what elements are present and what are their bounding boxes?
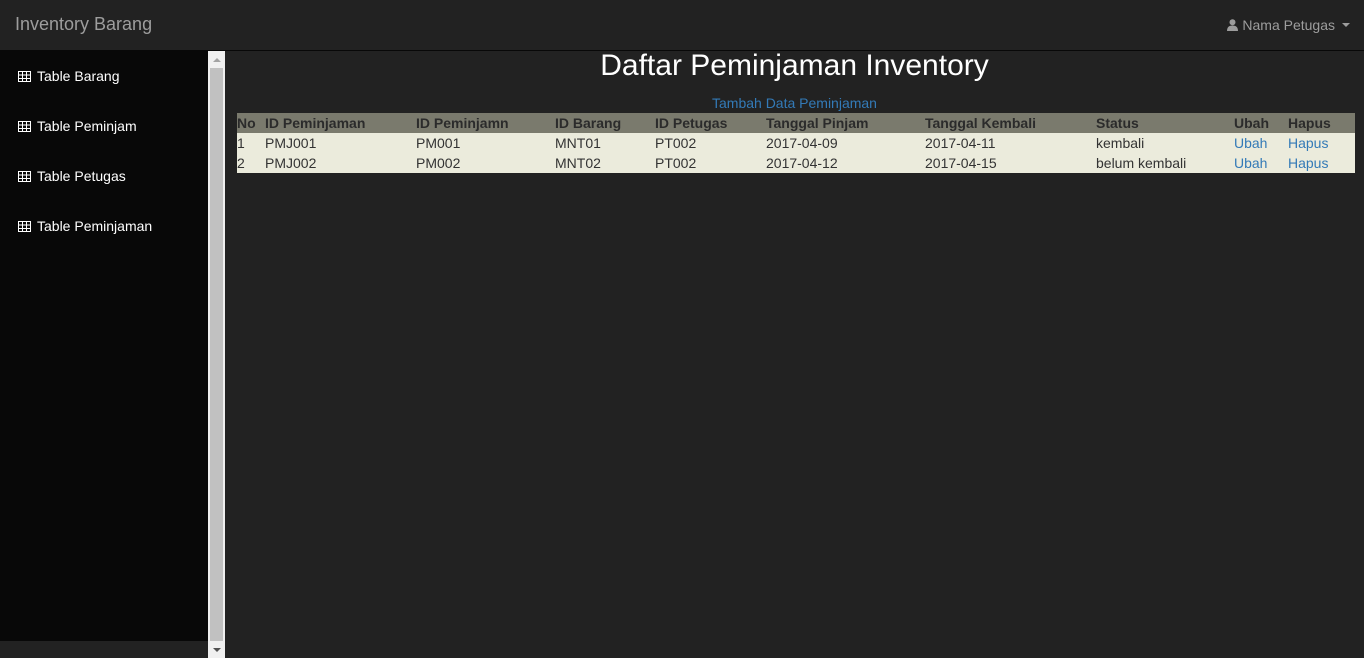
table-cell: 2017-04-15 <box>925 153 1096 173</box>
table-cell: kembali <box>1096 133 1234 153</box>
table-cell: Hapus <box>1288 133 1355 153</box>
table-icon <box>18 70 31 82</box>
sidebar-item-table-peminjam[interactable]: Table Peminjam <box>18 116 137 136</box>
column-header: ID Petugas <box>655 113 766 133</box>
table-cell: MNT01 <box>555 133 655 153</box>
sidebar-item-table-peminjaman[interactable]: Table Peminjaman <box>18 216 152 236</box>
edit-link[interactable]: Ubah <box>1234 135 1267 151</box>
page-title: Daftar Peminjaman Inventory <box>600 49 989 82</box>
column-header: ID Peminjaman <box>265 113 416 133</box>
top-navbar: Inventory Barang Nama Petugas <box>0 0 1364 51</box>
table-cell: PM002 <box>416 153 555 173</box>
scroll-down-button[interactable] <box>208 641 225 658</box>
user-name-label: Nama Petugas <box>1242 17 1335 33</box>
column-header: Tanggal Kembali <box>925 113 1096 133</box>
table-cell: Ubah <box>1234 133 1288 153</box>
edit-link[interactable]: Ubah <box>1234 155 1267 171</box>
column-header: Ubah <box>1234 113 1288 133</box>
table-cell: 2017-04-09 <box>766 133 925 153</box>
table-header-row: No ID Peminjaman ID Peminjamn ID Barang … <box>237 113 1355 133</box>
table-icon <box>18 170 31 182</box>
column-header: Tanggal Pinjam <box>766 113 925 133</box>
user-icon <box>1227 19 1239 31</box>
table-cell: 2017-04-12 <box>766 153 925 173</box>
table-cell: PM001 <box>416 133 555 153</box>
column-header: ID Peminjamn <box>416 113 555 133</box>
sidebar-item-table-petugas[interactable]: Table Petugas <box>18 166 126 186</box>
table-row: 2 PMJ002 PM002 MNT02 PT002 2017-04-12 20… <box>237 153 1355 173</box>
sidebar-item-label: Table Peminjaman <box>37 218 153 234</box>
arrow-up-icon <box>212 57 221 62</box>
add-peminjaman-link[interactable]: Tambah Data Peminjaman <box>225 95 1364 111</box>
sidebar-item-table-barang[interactable]: Table Barang <box>18 66 120 86</box>
arrow-down-icon <box>212 647 221 652</box>
table-cell: PMJ001 <box>265 133 416 153</box>
sidebar-item-label: Table Barang <box>37 68 120 84</box>
sidebar-item-label: Table Petugas <box>37 168 126 184</box>
table-cell: Hapus <box>1288 153 1355 173</box>
table-cell: PMJ002 <box>265 153 416 173</box>
table-cell: Ubah <box>1234 153 1288 173</box>
sidebar-item-label: Table Peminjam <box>37 118 137 134</box>
table-icon <box>18 220 31 232</box>
table-icon <box>18 120 31 132</box>
table-row: 1 PMJ001 PM001 MNT01 PT002 2017-04-09 20… <box>237 133 1355 153</box>
sidebar: Table Barang Table Peminjam Table Petuga… <box>0 51 208 641</box>
column-header: No <box>237 113 265 133</box>
table-cell: 2017-04-11 <box>925 133 1096 153</box>
column-header: ID Barang <box>555 113 655 133</box>
brand-link[interactable]: Inventory Barang <box>15 14 152 35</box>
sidebar-footer <box>0 641 208 658</box>
user-dropdown[interactable]: Nama Petugas <box>1227 17 1350 33</box>
table-cell: 2 <box>237 153 265 173</box>
table-cell: PT002 <box>655 153 766 173</box>
delete-link[interactable]: Hapus <box>1288 155 1328 171</box>
sidebar-scrollbar[interactable] <box>208 51 225 658</box>
column-header: Status <box>1096 113 1234 133</box>
table-cell: MNT02 <box>555 153 655 173</box>
delete-link[interactable]: Hapus <box>1288 135 1328 151</box>
chevron-down-icon <box>1342 23 1350 27</box>
table-cell: 1 <box>237 133 265 153</box>
scrollbar-thumb[interactable] <box>210 68 223 641</box>
column-header: Hapus <box>1288 113 1355 133</box>
table-cell: belum kembali <box>1096 153 1234 173</box>
peminjaman-table: No ID Peminjaman ID Peminjamn ID Barang … <box>237 113 1355 173</box>
table-cell: PT002 <box>655 133 766 153</box>
scroll-up-button[interactable] <box>208 51 225 68</box>
